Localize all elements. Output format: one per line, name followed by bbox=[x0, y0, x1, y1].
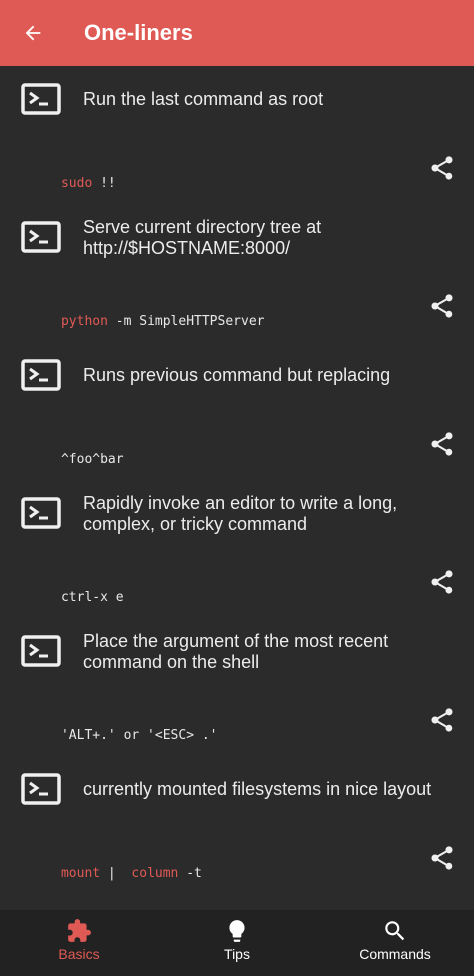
command-description: currently mounted filesystems in nice la… bbox=[83, 779, 432, 799]
nav-basics-label: Basics bbox=[58, 946, 100, 962]
share-icon[interactable] bbox=[428, 844, 456, 872]
back-arrow-icon bbox=[25, 25, 41, 41]
page-title: One-liners bbox=[84, 20, 193, 45]
command-text: ctrl-x e bbox=[60, 590, 124, 605]
lightbulb-icon bbox=[229, 920, 245, 942]
nav-commands-label: Commands bbox=[359, 946, 431, 962]
terminal-icon bbox=[21, 773, 61, 805]
command-description: Runs previous command but replacing bbox=[83, 365, 391, 385]
terminal-icon bbox=[21, 359, 61, 391]
share-icon[interactable] bbox=[428, 430, 456, 458]
share-icon[interactable] bbox=[428, 706, 456, 734]
command-text: python -m SimpleHTTPServer bbox=[60, 314, 265, 329]
one-liner-list: Run the last command as root sudo !! Ser… bbox=[0, 66, 474, 894]
list-item[interactable]: Rapidly invoke an editor to write a long… bbox=[0, 480, 474, 618]
command-description: Run the last command as root bbox=[83, 89, 324, 109]
terminal-icon bbox=[21, 83, 61, 115]
list-item[interactable]: Serve current directory tree at http://$… bbox=[0, 204, 474, 342]
nav-tips-label: Tips bbox=[224, 946, 250, 962]
nav-tips[interactable]: Tips bbox=[158, 910, 316, 976]
nav-commands[interactable]: Commands bbox=[316, 910, 474, 976]
back-button[interactable] bbox=[0, 0, 66, 66]
terminal-icon bbox=[21, 497, 61, 529]
command-text: sudo !! bbox=[60, 176, 116, 191]
share-icon[interactable] bbox=[428, 154, 456, 182]
share-icon[interactable] bbox=[428, 292, 456, 320]
command-text: 'ALT+.' or '<ESC> .' bbox=[60, 728, 218, 743]
bottom-navigation: Basics Tips Commands bbox=[0, 910, 474, 976]
command-text: ^foo^bar bbox=[60, 452, 124, 467]
command-description: Serve current directory tree at http://$… bbox=[83, 217, 322, 258]
command-text: mount | column -t bbox=[60, 866, 202, 881]
terminal-icon bbox=[21, 221, 61, 253]
list-item[interactable]: Place the argument of the most recent co… bbox=[0, 618, 474, 756]
share-icon[interactable] bbox=[428, 568, 456, 596]
list-item[interactable]: currently mounted filesystems in nice la… bbox=[0, 756, 474, 894]
nav-basics[interactable]: Basics bbox=[0, 910, 158, 976]
list-item[interactable]: Run the last command as root sudo !! bbox=[0, 66, 474, 204]
command-description: Rapidly invoke an editor to write a long… bbox=[83, 493, 398, 534]
search-icon bbox=[385, 921, 405, 941]
list-item[interactable]: Runs previous command but replacing ^foo… bbox=[0, 342, 474, 480]
puzzle-icon bbox=[68, 919, 91, 942]
command-description: Place the argument of the most recent co… bbox=[83, 631, 389, 672]
terminal-icon bbox=[21, 635, 61, 667]
app-bar: One-liners bbox=[0, 0, 474, 66]
